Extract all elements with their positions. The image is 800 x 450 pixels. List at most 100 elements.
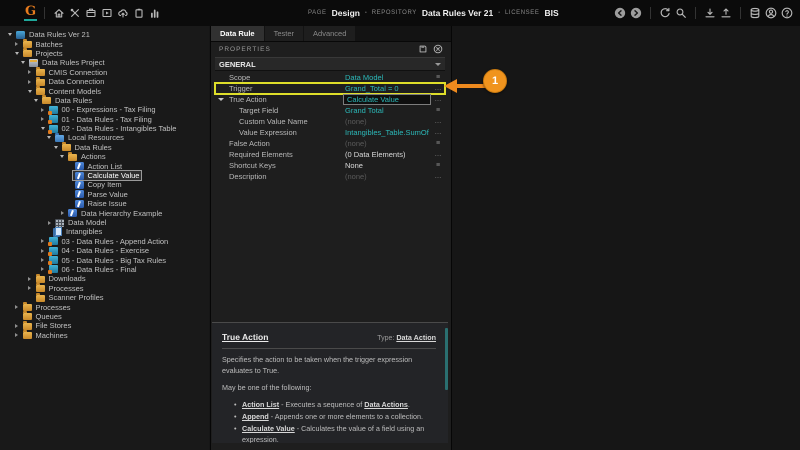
expander-open-icon[interactable] bbox=[32, 99, 40, 102]
tree-node-body[interactable]: Data Hierarchy Example bbox=[66, 209, 164, 218]
expander-closed-icon[interactable] bbox=[26, 70, 34, 74]
property-value[interactable]: (0 Data Elements) bbox=[345, 150, 429, 159]
tree-node-content-models[interactable]: Content Models bbox=[0, 86, 209, 95]
tree-node-body[interactable]: Local Resources bbox=[53, 133, 126, 142]
tab-advanced[interactable]: Advanced bbox=[304, 26, 355, 41]
dropdown-menu-icon[interactable]: ≡ bbox=[432, 105, 444, 116]
tree-node-data-hierarchy-example[interactable]: Data Hierarchy Example bbox=[0, 208, 209, 217]
tree-node-body[interactable]: Data Connection bbox=[34, 77, 107, 86]
close-button[interactable] bbox=[432, 44, 443, 55]
tree-node-body[interactable]: Data Rules bbox=[60, 143, 114, 152]
scrollbar-thumb[interactable] bbox=[445, 328, 449, 390]
tree-node-raise-issue[interactable]: Raise Issue bbox=[0, 199, 209, 208]
property-value[interactable]: Grand_Total = 0 bbox=[345, 84, 429, 93]
property-value[interactable]: (none) bbox=[345, 117, 429, 126]
tree-node-scanner-profiles[interactable]: Scanner Profiles bbox=[0, 293, 209, 302]
expander-closed-icon[interactable] bbox=[13, 42, 21, 46]
nav-forward-button[interactable] bbox=[629, 5, 643, 21]
expander-closed-icon[interactable] bbox=[39, 258, 47, 262]
property-value[interactable]: Calculate Value bbox=[343, 94, 431, 105]
tree-node-body[interactable]: 04 - Data Rules - Exercise bbox=[47, 246, 152, 255]
tree-node-data-model[interactable]: Data Model bbox=[0, 218, 209, 227]
ellipsis-button[interactable]: … bbox=[432, 83, 444, 94]
help-link-action-list[interactable]: Action List bbox=[242, 400, 279, 409]
tree-node-body[interactable]: Data Rules Ver 21 bbox=[14, 30, 92, 39]
expander-open-icon[interactable] bbox=[26, 90, 34, 93]
property-value[interactable]: (none) bbox=[345, 172, 429, 181]
expander-open-icon[interactable] bbox=[39, 127, 47, 130]
search-button[interactable] bbox=[674, 5, 688, 21]
property-value[interactable]: Data Model bbox=[345, 73, 429, 82]
tree-node-body[interactable]: 05 - Data Rules - Big Tax Rules bbox=[47, 256, 169, 265]
tree-node-data-rules-project[interactable]: Data Rules Project bbox=[0, 58, 209, 67]
expander-closed-icon[interactable] bbox=[26, 277, 34, 281]
tree-node-body[interactable]: Parse Value bbox=[73, 190, 130, 199]
tree-node-body[interactable]: Raise Issue bbox=[73, 199, 129, 208]
help-button[interactable] bbox=[780, 5, 794, 21]
help-link-append[interactable]: Append bbox=[242, 412, 269, 421]
chevron-down-icon[interactable] bbox=[435, 63, 441, 66]
expander-closed-icon[interactable] bbox=[39, 267, 47, 271]
tree-node-03-data-rules-append-action[interactable]: 03 - Data Rules - Append Action bbox=[0, 237, 209, 246]
expander-closed-icon[interactable] bbox=[13, 333, 21, 337]
tree-node-queues[interactable]: Queues bbox=[0, 312, 209, 321]
tree-node-cmis-connection[interactable]: CMIS Connection bbox=[0, 68, 209, 77]
stats-button[interactable] bbox=[148, 5, 162, 21]
tree-node-actions[interactable]: Actions bbox=[0, 152, 209, 161]
save-button[interactable] bbox=[417, 44, 428, 55]
tree-node-04-data-rules-exercise[interactable]: 04 - Data Rules - Exercise bbox=[0, 246, 209, 255]
property-value[interactable]: Grand Total bbox=[345, 106, 429, 115]
jobs-button[interactable] bbox=[132, 5, 146, 21]
expander-closed-icon[interactable] bbox=[13, 324, 21, 328]
expander-closed-icon[interactable] bbox=[26, 286, 34, 290]
ellipsis-button[interactable]: … bbox=[432, 116, 444, 127]
tree-node-selected[interactable]: Calculate Value bbox=[73, 171, 142, 180]
tree-node-body[interactable]: 06 - Data Rules - Final bbox=[47, 265, 139, 274]
help-type-link[interactable]: Data Action bbox=[396, 333, 436, 342]
expander-open-icon[interactable] bbox=[52, 146, 60, 149]
tasks-button[interactable] bbox=[100, 5, 114, 21]
imports-button[interactable] bbox=[116, 5, 130, 21]
tools-button[interactable] bbox=[68, 5, 82, 21]
tree-node-body[interactable]: Projects bbox=[21, 49, 65, 58]
refresh-button[interactable] bbox=[658, 5, 672, 21]
tree-node-data-connection[interactable]: Data Connection bbox=[0, 77, 209, 86]
tree-node-body[interactable]: 00 - Expressions - Tax Filing bbox=[47, 105, 158, 114]
tree-node-body[interactable]: Content Models bbox=[34, 87, 104, 96]
tab-data-rule[interactable]: Data Rule bbox=[211, 26, 264, 41]
tree-node-copy-item[interactable]: Copy Item bbox=[0, 180, 209, 189]
tree-node-body[interactable]: Downloads bbox=[34, 274, 88, 283]
tree-node-file-stores[interactable]: File Stores bbox=[0, 321, 209, 330]
ellipsis-button[interactable]: … bbox=[432, 127, 444, 138]
tree-node-body[interactable]: Data Model bbox=[53, 218, 108, 227]
home-button[interactable] bbox=[52, 5, 66, 21]
tree-node-01-data-rules-tax-filing[interactable]: 01 - Data Rules - Tax Filing bbox=[0, 115, 209, 124]
expander-closed-icon[interactable] bbox=[39, 239, 47, 243]
section-general[interactable]: GENERAL bbox=[215, 57, 445, 71]
tree-node-body[interactable]: Data Rules bbox=[40, 96, 94, 105]
tree-node-body[interactable]: Machines bbox=[21, 331, 70, 340]
batches-button[interactable] bbox=[84, 5, 98, 21]
tree-node-body[interactable]: Intangibles bbox=[53, 227, 104, 236]
expander-closed-icon[interactable] bbox=[58, 211, 66, 215]
ellipsis-button[interactable]: … bbox=[432, 171, 444, 182]
expander-open-icon[interactable] bbox=[218, 98, 224, 101]
expander-closed-icon[interactable] bbox=[26, 80, 34, 84]
tree-node-body[interactable]: 02 - Data Rules - Intangibles Table bbox=[47, 124, 179, 133]
tab-tester[interactable]: Tester bbox=[265, 26, 303, 41]
expander-closed-icon[interactable] bbox=[39, 108, 47, 112]
expander-open-icon[interactable] bbox=[19, 61, 27, 64]
tree-node-body[interactable]: Data Rules Project bbox=[27, 58, 107, 67]
property-value[interactable]: (none) bbox=[345, 139, 429, 148]
expander-closed-icon[interactable] bbox=[45, 221, 53, 225]
tree-node-body[interactable]: Scanner Profiles bbox=[34, 293, 106, 302]
tree-node-body[interactable]: Processes bbox=[34, 284, 86, 293]
tree-node-body[interactable]: Batches bbox=[21, 40, 65, 49]
tree-node-machines[interactable]: Machines bbox=[0, 331, 209, 340]
expander-closed-icon[interactable] bbox=[39, 117, 47, 121]
tree-node-data-rules[interactable]: Data Rules bbox=[0, 143, 209, 152]
ellipsis-button[interactable]: … bbox=[432, 94, 444, 105]
tree-node-06-data-rules-final[interactable]: 06 - Data Rules - Final bbox=[0, 265, 209, 274]
tree-node-downloads[interactable]: Downloads bbox=[0, 274, 209, 283]
tree-node-body[interactable]: File Stores bbox=[21, 321, 74, 330]
